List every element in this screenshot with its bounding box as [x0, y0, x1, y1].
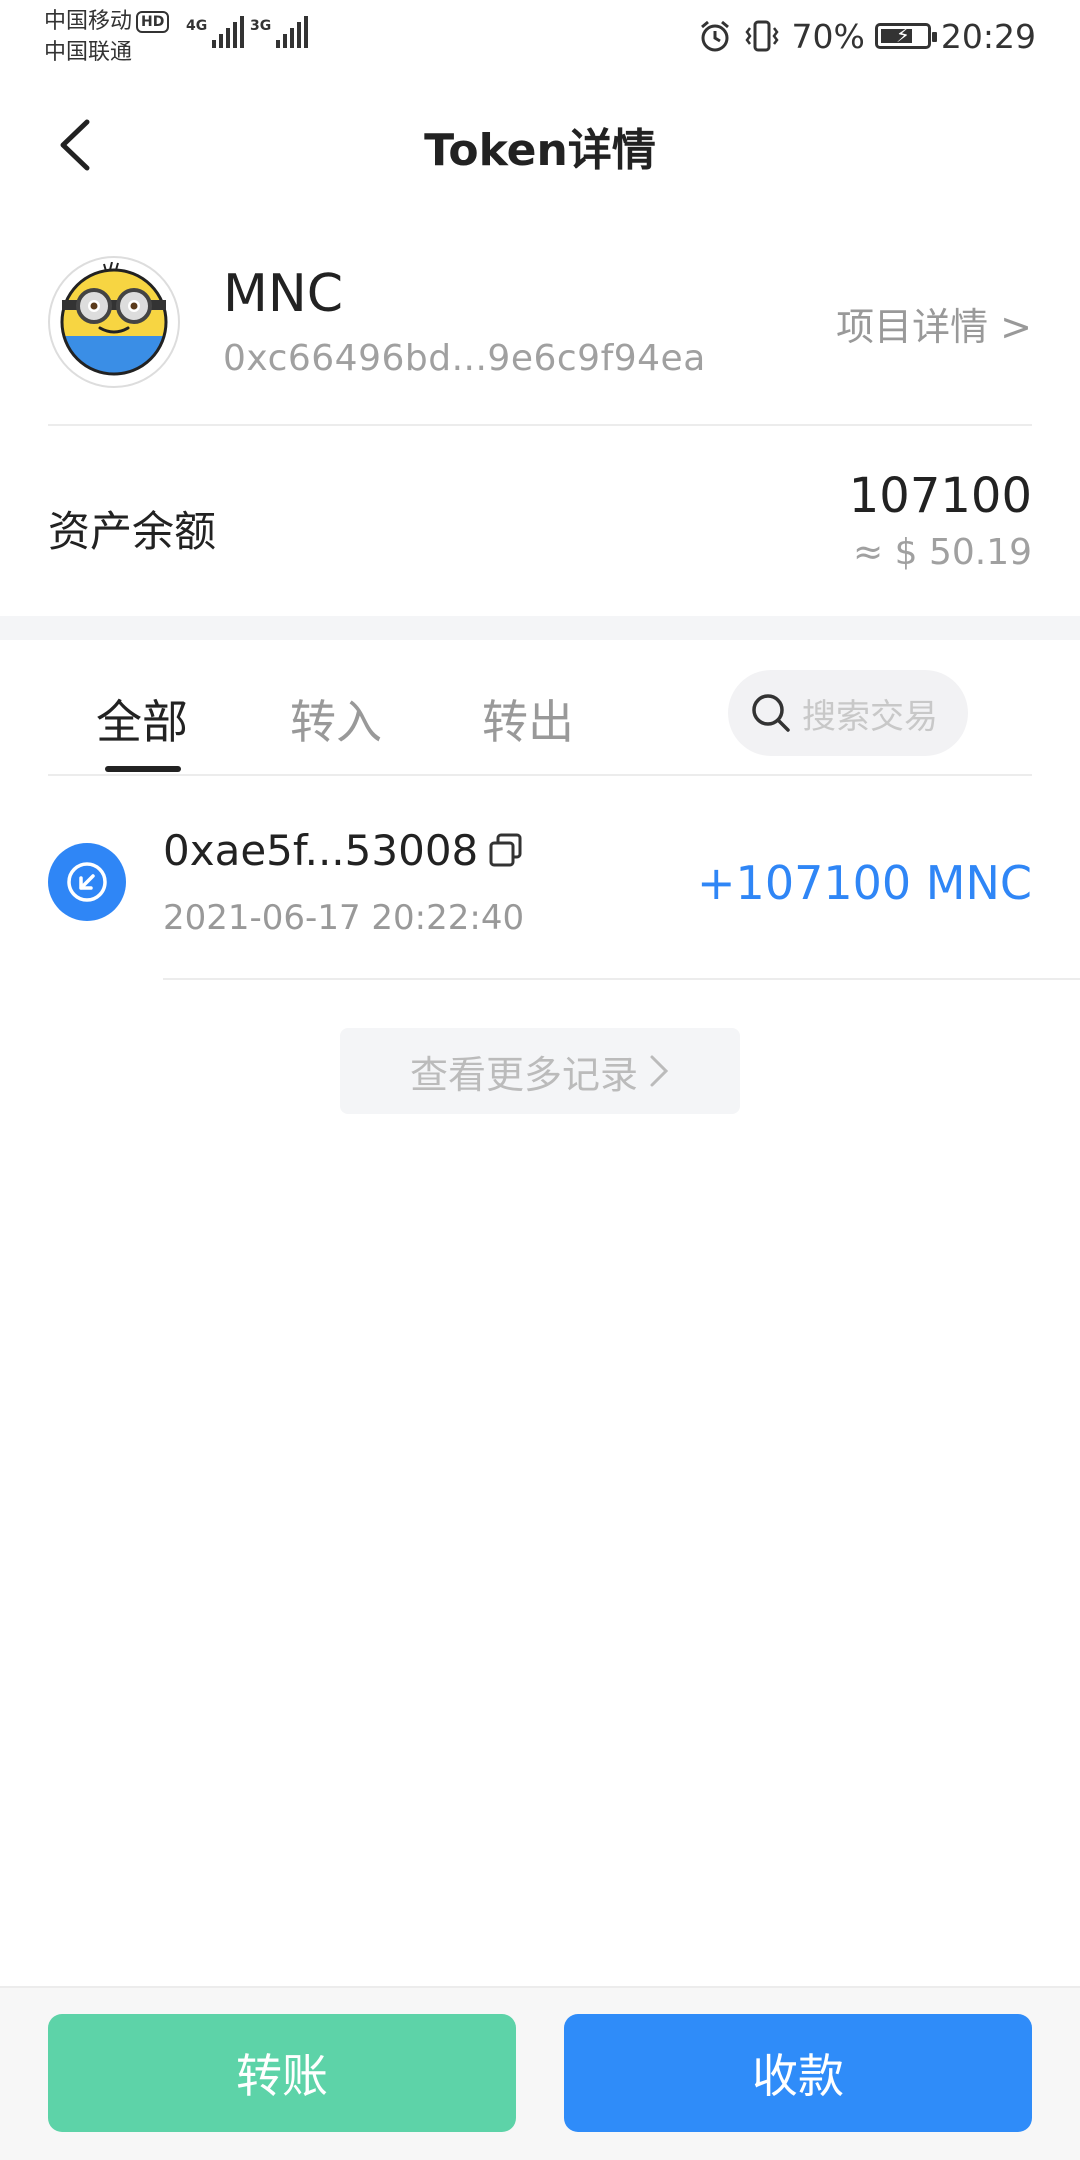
- status-time: 20:29: [940, 16, 1036, 56]
- vibrate-icon: [744, 20, 779, 52]
- tab-active-indicator: [105, 766, 181, 772]
- search-placeholder: 搜索交易: [802, 696, 938, 737]
- project-details-link[interactable]: 项目详情 >: [836, 296, 1032, 351]
- status-bar: 中国移动 HD 中国联通 4G 3G 70% ⚡ 20:29: [0, 0, 1080, 72]
- transaction-time: 2021-06-17 20:22:40: [163, 898, 525, 938]
- app-header: Token详情: [0, 80, 1080, 210]
- section-divider: [0, 616, 1080, 640]
- network-type-1: 4G: [186, 18, 208, 34]
- battery-charging-icon: ⚡: [874, 23, 937, 49]
- bottom-action-bar: 转账 收款: [0, 1986, 1080, 2160]
- token-logo: [48, 256, 180, 388]
- token-info: MNC 0xc66496bd...9e6c9f94ea 项目详情 >: [48, 256, 1032, 426]
- battery-percent: 70%: [791, 16, 865, 56]
- token-address[interactable]: 0xc66496bd...9e6c9f94ea: [223, 338, 706, 379]
- carrier-1: 中国移动: [44, 9, 133, 34]
- receive-button[interactable]: 收款: [564, 2014, 1032, 2132]
- carrier-info: 中国移动 HD 中国联通: [44, 6, 170, 68]
- status-right: 70% ⚡ 20:29: [698, 14, 1036, 58]
- hd-badge: HD: [136, 11, 170, 33]
- transaction-row[interactable]: 0xae5f...53008 2021-06-17 20:22:40 +1071…: [0, 776, 1080, 980]
- alarm-icon: [700, 20, 729, 52]
- transaction-hash: 0xae5f...53008: [163, 826, 479, 875]
- copy-icon[interactable]: [488, 832, 524, 868]
- transfer-button[interactable]: 转账: [48, 2014, 516, 2132]
- chevron-right-icon: [650, 1055, 669, 1087]
- tab-incoming[interactable]: 转入: [290, 686, 382, 752]
- page-title: Token详情: [424, 125, 656, 176]
- search-icon: [752, 694, 790, 732]
- balance-fiat: ≈ $ 50.19: [852, 532, 1032, 573]
- network-type-2: 3G: [250, 18, 272, 34]
- transaction-tabs: 全部 转入 转出 搜索交易: [48, 650, 1032, 776]
- asset-balance: 资产余额 107100 ≈ $ 50.19: [48, 440, 1032, 590]
- tab-outgoing[interactable]: 转出: [482, 686, 574, 752]
- transaction-amount: +107100 MNC: [697, 856, 1032, 910]
- token-name: MNC: [223, 264, 344, 324]
- row-divider: [163, 978, 1080, 980]
- minion-logo-icon: [60, 262, 168, 376]
- view-more-button[interactable]: 查看更多记录: [340, 1028, 740, 1114]
- search-input[interactable]: 搜索交易: [728, 670, 968, 756]
- balance-amount: 107100: [848, 468, 1032, 524]
- tab-all[interactable]: 全部: [96, 686, 188, 752]
- incoming-arrow-icon: [48, 843, 126, 921]
- carrier-2: 中国联通: [44, 40, 133, 65]
- view-more-label: 查看更多记录: [409, 1052, 638, 1097]
- balance-label: 资产余额: [48, 507, 217, 556]
